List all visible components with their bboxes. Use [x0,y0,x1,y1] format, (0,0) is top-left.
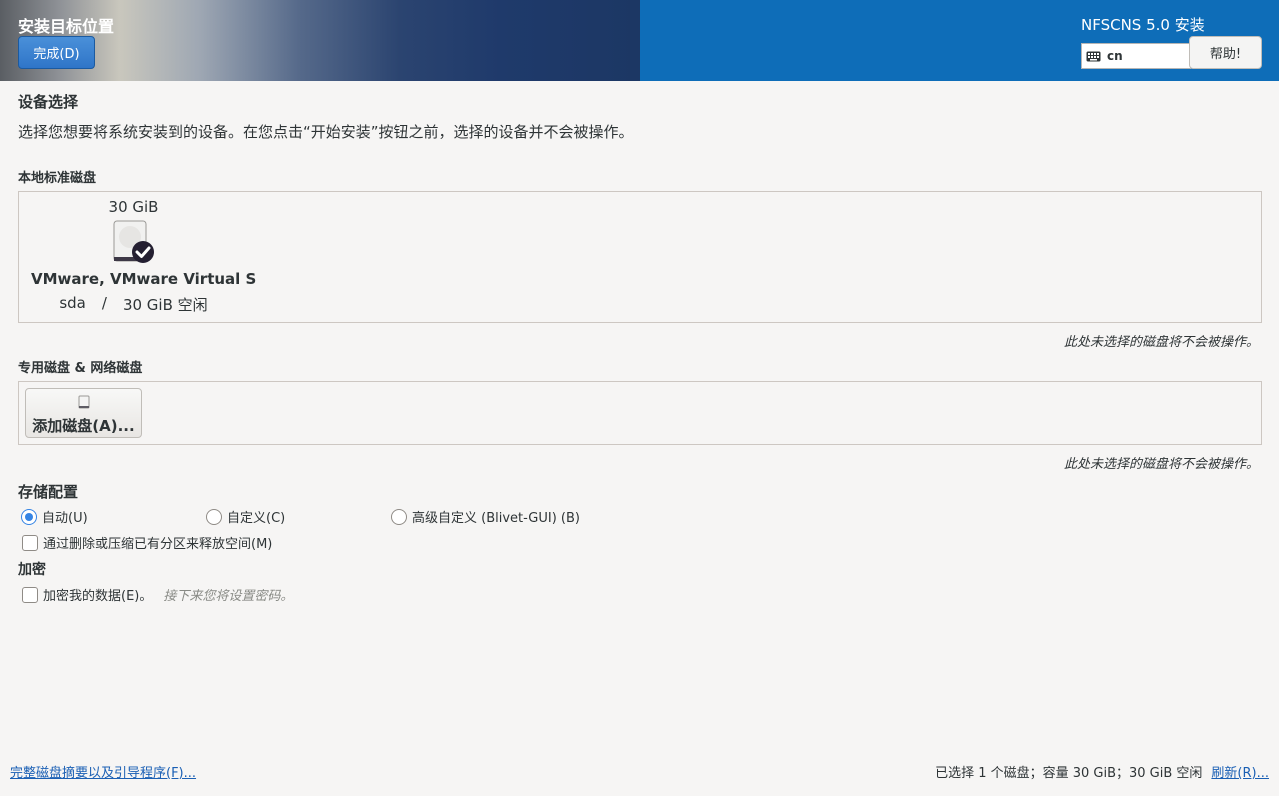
disk-free-space: 30 GiB 空闲 [122,296,208,314]
add-disk-label: 添加磁盘(A)... [32,417,135,435]
reclaim-space-checkbox[interactable]: 通过删除或压缩已有分区来释放空间(M) [22,533,272,552]
radio-indicator[interactable] [206,508,222,525]
disk-separator: / [101,294,107,312]
footer-status: 已选择 1 个磁盘；容量 30 GiB；30 GiB 空闲 刷新(R)... [935,762,1269,781]
disk-name: VMware, VMware Virtual S [31,270,257,288]
disk-meta: sda / 30 GiB 空闲 [31,294,236,315]
encrypt-data-label: 加密我的数据(E)。 [43,589,153,604]
product-title: NFSCNS 5.0 安装 [1081,16,1205,34]
storage-config-heading: 存储配置 [18,483,79,501]
refresh-link[interactable]: 刷新(R)... [1211,762,1269,781]
disk-add-icon [78,395,89,409]
disk-device: sda [59,294,86,312]
special-disks-panel: 添加磁盘(A)... [18,381,1262,445]
help-button[interactable]: 帮助! [1189,36,1262,69]
checkbox-indicator[interactable] [22,534,38,551]
special-disks-heading: 专用磁盘 & 网络磁盘 [18,361,143,376]
local-disks-panel: 30 GiB VMware, VMware Virtual S sda / 30… [18,191,1262,323]
encrypt-data-checkbox[interactable]: 加密我的数据(E)。 接下来您将设置密码。 [22,585,293,604]
special-disks-note: 此处未选择的磁盘将不会被操作。 [1063,457,1259,472]
reclaim-space-label: 通过删除或压缩已有分区来释放空间(M) [43,537,273,552]
disk-size: 30 GiB [108,198,159,216]
encryption-heading: 加密 [18,562,46,578]
page-title: 安装目标位置 [18,17,115,36]
device-selection-heading: 设备选择 [18,93,79,111]
radio-label: 高级自定义 (Blivet-GUI) (B) [412,511,580,526]
hard-disk-icon [112,219,156,265]
radio-custom[interactable]: 自定义(C) [206,507,285,526]
keyboard-icon [1086,51,1101,61]
full-disk-summary-link[interactable]: 完整磁盘摘要以及引导程序(F)... [10,762,196,781]
device-selection-description: 选择您想要将系统安装到的设备。在您点击“开始安装”按钮之前，选择的设备并不会被操… [18,123,634,141]
local-disks-heading: 本地标准磁盘 [18,171,97,186]
add-disk-button[interactable]: 添加磁盘(A)... [25,388,142,438]
radio-indicator[interactable] [391,508,407,525]
radio-label: 自动(U) [42,511,88,526]
radio-advanced-custom[interactable]: 高级自定义 (Blivet-GUI) (B) [391,507,580,526]
header: 安装目标位置 完成(D) NFSCNS 5.0 安装 cn 帮助! [0,0,1279,81]
local-disks-note: 此处未选择的磁盘将不会被操作。 [1063,335,1259,350]
done-button[interactable]: 完成(D) [18,36,95,69]
keyboard-layout-label: cn [1107,49,1123,63]
disk-card-sda[interactable]: 30 GiB VMware, VMware Virtual S sda / 30… [31,198,257,315]
checkbox-indicator[interactable] [22,586,38,603]
selection-summary: 已选择 1 个磁盘；容量 30 GiB；30 GiB 空闲 [935,766,1203,781]
radio-indicator[interactable] [21,508,37,525]
encryption-hint: 接下来您将设置密码。 [163,589,294,604]
radio-automatic[interactable]: 自动(U) [21,507,88,526]
radio-label: 自定义(C) [227,511,286,526]
keyboard-layout-indicator[interactable]: cn [1081,43,1191,69]
